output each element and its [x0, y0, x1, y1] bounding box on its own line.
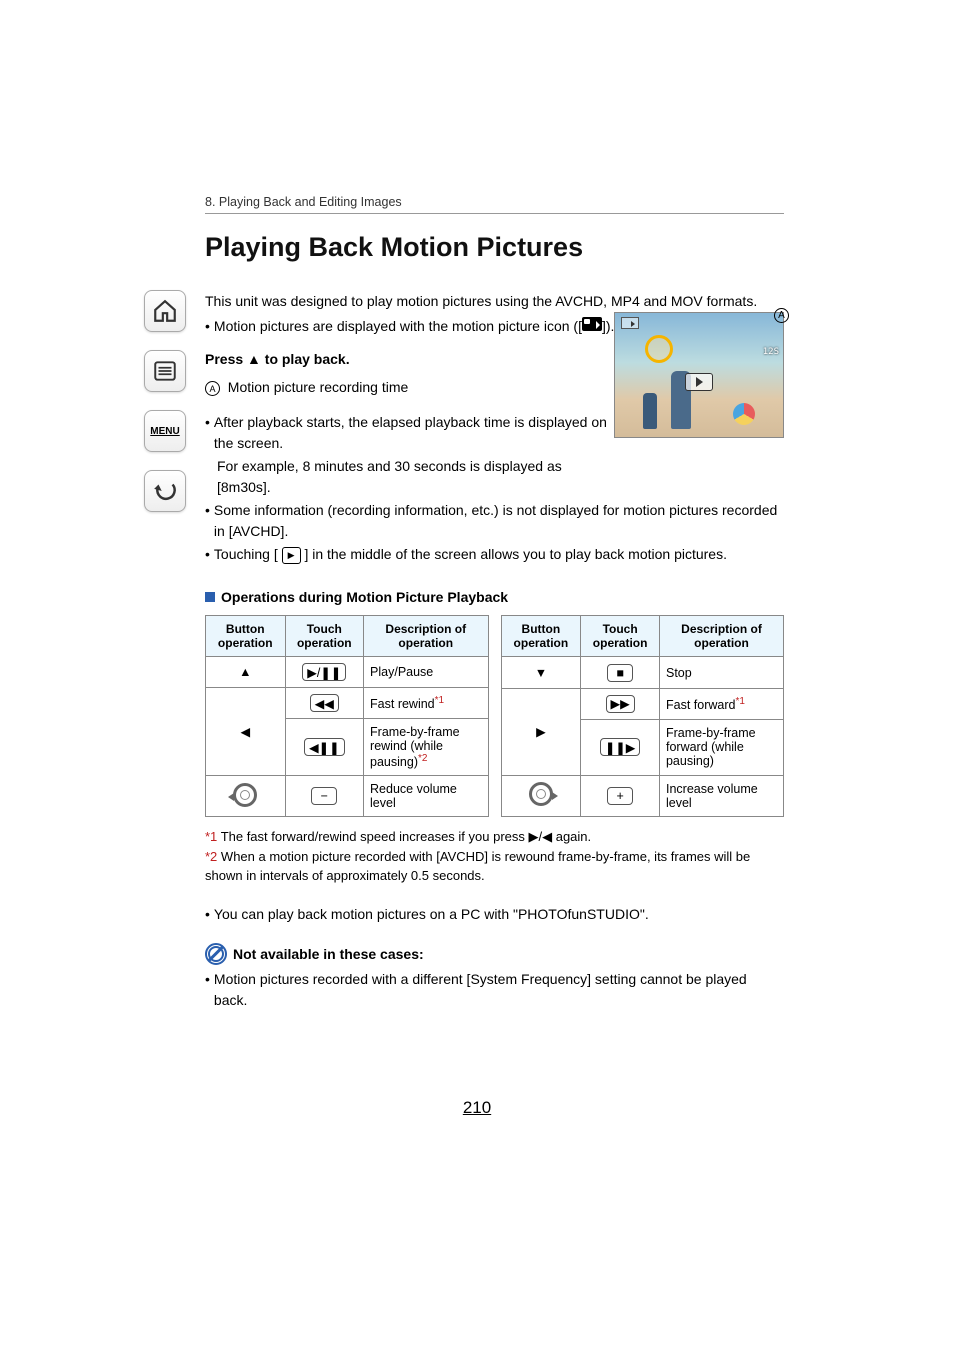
- touch-op: ◀◀: [285, 688, 364, 719]
- touch-op: ◀❚❚: [285, 719, 364, 776]
- menu-label: MENU: [150, 426, 179, 437]
- preview-thumbnail: A 12S: [614, 312, 784, 438]
- menu-button[interactable]: MENU: [144, 410, 186, 452]
- col-header: Touch operation: [285, 616, 364, 657]
- op-desc: Reduce volume level: [364, 776, 488, 817]
- bullet: •: [205, 316, 210, 337]
- table-row: ▼ ■ Stop: [501, 657, 784, 688]
- op-desc: Frame-by-frame forward (while pausing): [659, 720, 783, 776]
- touch-note: Touching [ ▶ ] in the middle of the scre…: [214, 544, 727, 565]
- preview-duration: 12S: [763, 347, 779, 357]
- footnotes: *1 The fast forward/rewind speed increas…: [205, 827, 784, 886]
- bullet: •: [205, 412, 210, 454]
- marker-a-badge: A: [774, 305, 789, 323]
- button-op: [206, 776, 286, 817]
- icon-note: Motion pictures are displayed with the m…: [214, 316, 615, 337]
- col-header: Button operation: [206, 616, 286, 657]
- stop-icon: ■: [607, 664, 633, 682]
- not-available-icon: [205, 943, 227, 965]
- play-overlay-icon: [685, 373, 713, 391]
- home-icon: [152, 298, 178, 324]
- bullet: •: [205, 969, 210, 1011]
- play-pause-icon: ▶/❚❚: [302, 663, 346, 681]
- col-header: Touch operation: [581, 616, 660, 657]
- button-op: ▲: [206, 657, 286, 688]
- button-op: [501, 775, 581, 816]
- dial-left-icon: [233, 783, 257, 807]
- table-row: + Increase volume level: [501, 775, 784, 816]
- table-row: ▶ ▶▶ Fast forward*1: [501, 688, 784, 719]
- film-icon: [582, 317, 602, 331]
- minus-icon: −: [311, 787, 337, 805]
- page-title: Playing Back Motion Pictures: [205, 232, 784, 263]
- bullet: •: [205, 500, 210, 542]
- op-desc: Frame-by-frame rewind (while pausing)*2: [364, 719, 488, 776]
- operations-tables: Button operation Touch operation Descrip…: [205, 615, 784, 817]
- bullet: •: [205, 544, 210, 565]
- playback-mode-icon: [621, 317, 639, 329]
- section-head: Operations during Motion Picture Playbac…: [205, 589, 784, 605]
- button-op: ▶: [501, 688, 581, 775]
- operations-table-right: Button operation Touch operation Descrip…: [501, 615, 785, 817]
- not-available-body: Motion pictures recorded with a differen…: [214, 969, 784, 1011]
- operations-table-left: Button operation Touch operation Descrip…: [205, 615, 489, 817]
- op-desc: Play/Pause: [364, 657, 488, 688]
- intro-text: This unit was designed to play motion pi…: [205, 291, 784, 312]
- op-desc: Stop: [659, 657, 783, 688]
- avchd-note: Some information (recording information,…: [214, 500, 784, 542]
- plus-icon: +: [607, 787, 633, 805]
- op-desc: Fast forward*1: [659, 688, 783, 719]
- time-marker-icon: [645, 335, 673, 363]
- not-available-head: Not available in these cases:: [205, 943, 784, 965]
- dial-right-icon: [529, 782, 553, 806]
- marker-a-line: A Motion picture recording time: [205, 377, 610, 398]
- button-op: ◀: [206, 688, 286, 776]
- bullet: •: [205, 904, 210, 925]
- home-button[interactable]: [144, 290, 186, 332]
- op-desc: Increase volume level: [659, 775, 783, 816]
- touch-op: −: [285, 776, 364, 817]
- back-arrow-icon: [152, 478, 178, 504]
- example-text: For example, 8 minutes and 30 seconds is…: [217, 456, 610, 498]
- touch-op: ❚❚▶: [581, 720, 660, 776]
- op-desc: Fast rewind*1: [364, 688, 488, 719]
- table-row: ◀ ◀◀ Fast rewind*1: [206, 688, 489, 719]
- toc-button[interactable]: [144, 350, 186, 392]
- frame-forward-icon: ❚❚▶: [600, 738, 641, 756]
- breadcrumb: 8. Playing Back and Editing Images: [205, 195, 784, 214]
- play-icon: ▶: [282, 547, 301, 565]
- table-row: ▲ ▶/❚❚ Play/Pause: [206, 657, 489, 688]
- figure-person: [643, 393, 657, 429]
- touch-op: ▶/❚❚: [285, 657, 364, 688]
- list-icon: [152, 358, 178, 384]
- table-row: − Reduce volume level: [206, 776, 489, 817]
- col-header: Description of operation: [659, 616, 783, 657]
- fast-rewind-icon: ◀◀: [310, 694, 339, 712]
- touch-op: ■: [581, 657, 660, 688]
- page-number[interactable]: 210: [463, 1098, 491, 1118]
- col-header: Button operation: [501, 616, 581, 657]
- fast-forward-icon: ▶▶: [606, 695, 635, 713]
- after-playback-text: After playback starts, the elapsed playb…: [214, 412, 610, 454]
- back-button[interactable]: [144, 470, 186, 512]
- square-bullet-icon: [205, 592, 215, 602]
- col-header: Description of operation: [364, 616, 488, 657]
- touch-op: +: [581, 775, 660, 816]
- frame-rewind-icon: ◀❚❚: [304, 738, 345, 756]
- pc-note: You can play back motion pictures on a P…: [214, 904, 649, 925]
- button-op: ▼: [501, 657, 581, 688]
- figure-ball: [733, 403, 755, 425]
- touch-op: ▶▶: [581, 688, 660, 719]
